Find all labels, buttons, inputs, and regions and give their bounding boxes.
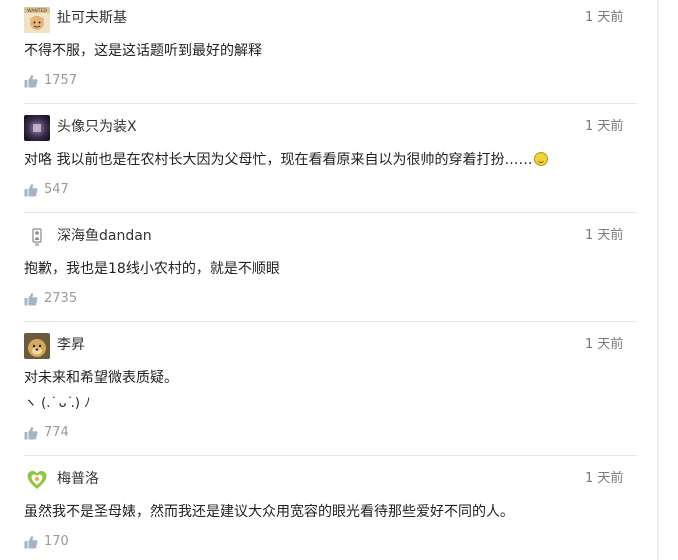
divider [24,455,637,456]
username[interactable]: 头像只为装X [57,117,137,137]
comment-text-line: 对咯 我以前也是在农村长大因为父母忙，现在看看原来自以为很帅的穿着打扮…… [24,150,549,170]
avatar[interactable] [24,115,50,141]
default-figure-avatar-icon [24,224,50,250]
like-count: 547 [44,182,69,197]
like-count: 170 [44,534,69,549]
thumbs-up-icon [24,426,38,440]
username[interactable]: 深海鱼dandan [57,226,152,246]
avatar[interactable] [24,224,50,250]
thumbs-up-icon [24,535,38,549]
avatar[interactable] [24,467,50,493]
comment-text: 对咯 我以前也是在农村长大因为父母忙，现在看看原来自以为很帅的穿着打扮…… [24,152,533,168]
dog-photo-avatar-icon [24,333,50,359]
username[interactable]: 梅普洛 [57,469,99,489]
like-button[interactable]: 774 [24,424,69,442]
avatar[interactable]: WANTED [24,7,50,33]
divider [24,103,637,104]
timestamp: 1 天前 [585,228,624,243]
timestamp: 1 天前 [585,10,624,25]
like-button[interactable]: 170 [24,533,69,551]
avatar[interactable] [24,333,50,359]
svg-text:WANTED: WANTED [27,8,47,14]
scrollbar-track[interactable] [657,0,659,560]
username[interactable]: 扯可夫斯基 [57,8,127,28]
thumbs-up-icon [24,183,38,197]
laughing-emoji-icon [534,152,549,166]
comment-kaomoji: ヽ (. ͘ ᴗ ͘.) ﾉ [24,396,91,411]
comment-text: 虽然我不是圣母婊，然而我还是建议大众用宽容的眼光看待那些爱好不同的人。 [24,504,514,520]
thumbs-up-icon [24,74,38,88]
like-count: 1757 [44,73,78,88]
timestamp: 1 天前 [585,337,624,352]
username[interactable]: 李昇 [57,335,85,355]
dark-purple-avatar-icon [24,115,50,141]
comment-text: 对未来和希望微表质疑。 [24,370,178,386]
like-button[interactable]: 1757 [24,72,77,90]
green-heart-badge-avatar-icon [24,467,50,493]
divider [24,321,637,322]
like-button[interactable]: 2735 [24,290,77,308]
comment-list: WANTED 扯可夫斯基 1 天前 不得不服，这是这话题听到最好的解释 1757 [0,0,678,560]
divider [24,212,637,213]
like-count: 774 [44,425,69,440]
timestamp: 1 天前 [585,471,624,486]
comment-text: 抱歉，我也是18线小农村的，就是不顺眼 [24,261,280,277]
timestamp: 1 天前 [585,119,624,134]
comment-text: 不得不服，这是这话题听到最好的解释 [24,43,262,59]
like-count: 2735 [44,291,78,306]
like-button[interactable]: 547 [24,181,69,199]
wanted-poster-avatar-icon: WANTED [24,7,50,33]
thumbs-up-icon [24,292,38,306]
